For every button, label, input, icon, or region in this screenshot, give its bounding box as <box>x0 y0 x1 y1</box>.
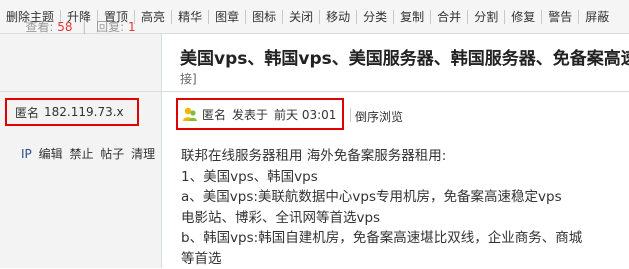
toolbar-block[interactable]: 屏蔽 <box>585 8 609 25</box>
toolbar-separator <box>541 10 542 24</box>
toolbar-separator <box>578 10 579 24</box>
toolbar-separator <box>208 10 209 24</box>
thread-title: 美国vps、韩国vps、美国服务器、韩国服务器、免备案高速服务器[ <box>180 44 629 69</box>
toolbar-digest[interactable]: 精华 <box>178 8 202 25</box>
replies-label: 回复: <box>96 20 124 34</box>
toolbar-repair[interactable]: 修复 <box>511 8 535 25</box>
toolbar-icon[interactable]: 图标 <box>252 8 276 25</box>
post-line: 电影站、博彩、全讯网等首选vps <box>181 208 611 229</box>
toolbar-separator <box>245 10 246 24</box>
meta-separator <box>350 108 351 122</box>
toolbar-separator <box>504 10 505 24</box>
ip-link[interactable]: IP <box>21 147 32 161</box>
toolbar-move[interactable]: 移动 <box>326 8 350 25</box>
toolbar-category[interactable]: 分类 <box>363 8 387 25</box>
post-body: 联邦在线服务器租用 海外免备案服务器租用: 1、美国vps、韩国vps a、美国… <box>181 146 611 269</box>
toolbar-separator <box>430 10 431 24</box>
toolbar-separator <box>393 10 394 24</box>
replies-count: 1 <box>128 20 136 34</box>
post-author: 匿名 <box>202 106 226 123</box>
post-line: b、韩国vps:韩国自建机房，免备案高速堪比双线，企业商务、商城 <box>181 228 611 249</box>
edit-link[interactable]: 编辑 <box>39 147 63 161</box>
views-count: 58 <box>57 20 72 34</box>
post-line: 1、美国vps、韩国vps <box>181 167 611 188</box>
posts-link[interactable]: 帖子 <box>100 147 124 161</box>
posted-label: 发表于 <box>232 106 268 123</box>
user-icon <box>182 106 198 122</box>
toolbar-merge[interactable]: 合并 <box>437 8 461 25</box>
toolbar-separator <box>171 10 172 24</box>
author-ip: 182.119.73.x <box>44 105 124 119</box>
post-line: 联邦在线服务器租用 海外免备案服务器租用: <box>181 146 611 167</box>
admin-links: IP 编辑 禁止 帖子 清理 <box>21 145 158 162</box>
toolbar-close[interactable]: 关闭 <box>289 8 313 25</box>
author-highlight: 匿名 182.119.73.x <box>5 98 139 126</box>
toolbar-stamp[interactable]: 图章 <box>215 8 239 25</box>
thread-title-tail: 接] <box>180 70 197 87</box>
ban-link[interactable]: 禁止 <box>69 147 93 161</box>
header-divider <box>0 91 629 92</box>
clear-link[interactable]: 清理 <box>131 147 155 161</box>
toolbar-warn[interactable]: 警告 <box>548 8 572 25</box>
views-label: 查看: <box>25 20 53 34</box>
author-name: 匿名 <box>15 104 39 121</box>
stats-separator: | <box>82 20 86 34</box>
toolbar-separator <box>319 10 320 24</box>
toolbar-separator <box>356 10 357 24</box>
reverse-view-link[interactable]: 倒序浏览 <box>355 108 403 125</box>
toolbar-separator <box>282 10 283 24</box>
thread-stats: 查看: 58 | 回复: 1 <box>0 18 161 35</box>
toolbar-copy[interactable]: 复制 <box>400 8 424 25</box>
post-meta-highlight: 匿名 发表于 前天 03:01 <box>176 98 344 130</box>
post-line: 等首选 <box>181 249 611 269</box>
toolbar-split[interactable]: 分割 <box>474 8 498 25</box>
post-line: a、美国vps:美联航数据中心vps专用机房，免备案高速稳定vps <box>181 187 611 208</box>
toolbar-separator <box>467 10 468 24</box>
post-time: 前天 03:01 <box>274 106 336 123</box>
